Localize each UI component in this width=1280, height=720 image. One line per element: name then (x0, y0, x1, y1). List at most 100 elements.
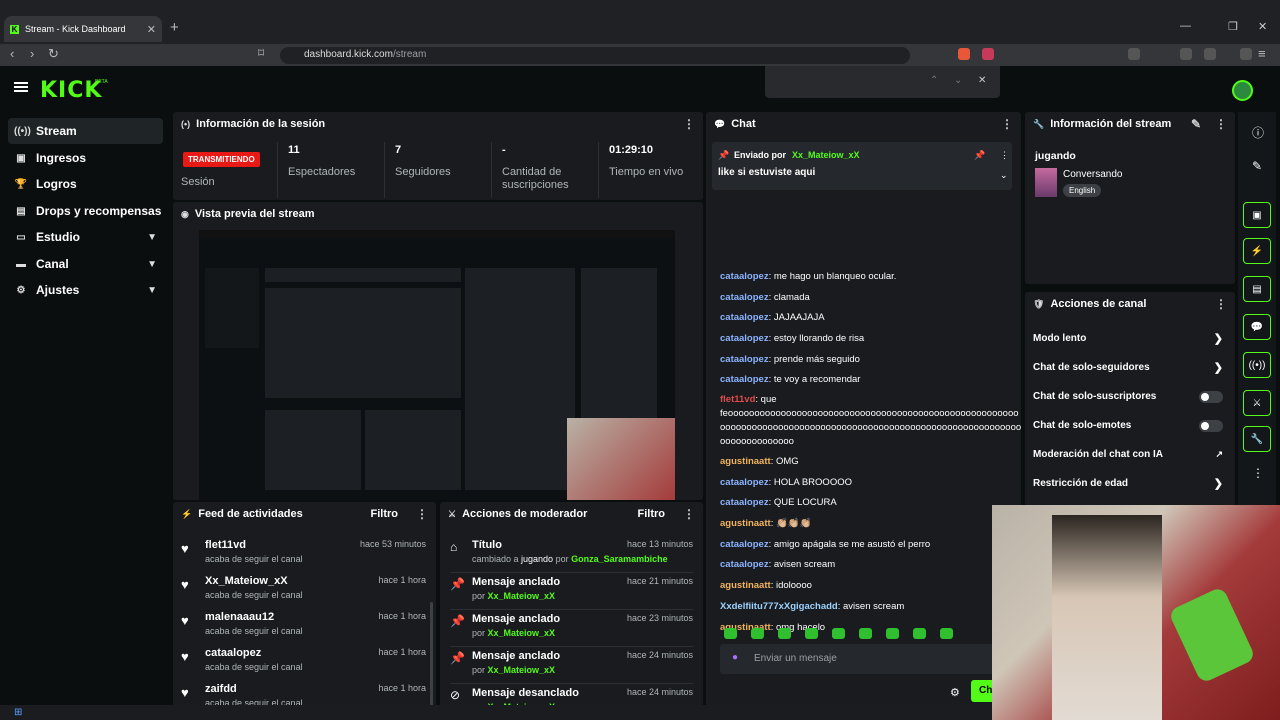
edit-icon[interactable]: ✎ (1252, 159, 1262, 173)
action-slow-mode[interactable]: Modo lento ❯ (1025, 324, 1235, 353)
rail-wrench-button[interactable]: 🔧 (1243, 426, 1271, 452)
mod-user[interactable]: Xx_Mateiow_xX (488, 591, 556, 601)
filter-button[interactable]: Filtro (371, 508, 399, 520)
emote-icon[interactable] (724, 628, 737, 639)
activity-user[interactable]: Xx_Mateiow_xX (205, 575, 288, 587)
new-tab-button[interactable]: + (170, 19, 179, 36)
minimize-button[interactable]: — (1180, 20, 1191, 32)
scrollbar[interactable] (430, 602, 433, 710)
chat-username[interactable]: cataalopez (720, 292, 769, 303)
edit-icon[interactable]: ✎ (1191, 117, 1201, 131)
emote-icon[interactable] (913, 628, 926, 639)
browser-tab[interactable]: K Stream - Kick Dashboard ✕ (4, 16, 162, 42)
rail-broadcast-button[interactable]: ((•)) (1243, 352, 1271, 378)
sidebar-item-ajustes[interactable]: ⚙ Ajustes ▼ (8, 277, 163, 303)
emote-icon[interactable] (832, 628, 845, 639)
chat-username[interactable]: Xxdelfiitu777xXgigachadd (720, 601, 838, 612)
sidebar-item-canal[interactable]: ▬ Canal ▼ (8, 251, 163, 277)
rail-moderator-button[interactable]: ⚔ (1243, 390, 1271, 416)
emote-icon[interactable] (778, 628, 791, 639)
subs-only-toggle[interactable] (1199, 390, 1223, 403)
sidebar-item-ingresos[interactable]: ▣ Ingresos (8, 145, 163, 171)
find-bar[interactable]: ⌃ ⌄ ✕ (765, 66, 1000, 98)
brave-shield-icon[interactable] (958, 48, 970, 60)
mod-user[interactable]: Xx_Mateiow_xX (488, 628, 556, 638)
sidebar-item-estudio[interactable]: ▭ Estudio ▼ (8, 224, 163, 250)
chat-username[interactable]: cataalopez (720, 312, 769, 323)
emotes-only-toggle[interactable] (1199, 419, 1223, 432)
chat-username[interactable]: cataalopez (720, 333, 769, 344)
chat-settings-icon[interactable]: ⚙ (950, 686, 960, 699)
sidebar-item-drops[interactable]: ▤ Drops y recompensas (8, 198, 163, 224)
chat-username[interactable]: agustinaatt (720, 580, 771, 591)
windows-start-icon[interactable]: ⊞ (14, 707, 22, 718)
more-options-icon[interactable]: ⋮ (1215, 117, 1227, 131)
sidebar-item-stream[interactable]: ((•)) Stream (8, 118, 163, 144)
chat-username[interactable]: cataalopez (720, 559, 769, 570)
vpn-icon[interactable] (1240, 48, 1252, 60)
user-avatar[interactable] (1232, 80, 1253, 101)
rail-preview-button[interactable]: ▣ (1243, 202, 1271, 228)
emote-icon[interactable] (859, 628, 872, 639)
more-options-icon[interactable]: ⋮ (1001, 117, 1013, 131)
back-icon[interactable]: ‹ (10, 46, 14, 61)
more-options-icon[interactable]: ⋮ (1215, 297, 1227, 311)
find-prev-icon[interactable]: ⌃ (930, 75, 938, 86)
chat-username[interactable]: cataalopez (720, 497, 769, 508)
more-options-icon[interactable]: ⋮ (683, 507, 695, 521)
activity-user[interactable]: zaifdd (205, 683, 237, 695)
activity-user[interactable]: flet11vd (205, 539, 246, 551)
rail-activity-button[interactable]: ⚡ (1243, 238, 1271, 264)
chat-username[interactable]: flet11vd (720, 394, 755, 405)
pinned-user[interactable]: Xx_Mateiow_xX (792, 150, 860, 160)
forward-icon[interactable]: › (30, 46, 34, 61)
chat-username[interactable]: cataalopez (720, 271, 769, 282)
browser-menu-icon[interactable]: ≡ (1258, 46, 1266, 61)
category-name[interactable]: Conversando (1063, 169, 1122, 180)
extensions-icon[interactable] (1128, 48, 1140, 60)
more-options-icon[interactable]: ⋮ (1252, 466, 1264, 480)
chevron-down-icon[interactable]: ⌄ (1000, 170, 1008, 181)
close-window-button[interactable]: ✕ (1258, 20, 1267, 33)
chat-username[interactable]: agustinaatt (720, 456, 771, 467)
rewards-icon[interactable] (982, 48, 994, 60)
emote-icon[interactable] (886, 628, 899, 639)
close-tab-icon[interactable]: ✕ (147, 23, 156, 36)
more-options-icon[interactable]: ⋮ (1000, 150, 1009, 161)
hamburger-menu-icon[interactable] (14, 82, 28, 92)
maximize-button[interactable]: ❐ (1228, 20, 1238, 33)
pinned-message[interactable]: 📌 Enviado por Xx_Mateiow_xX like si estu… (712, 142, 1012, 190)
info-icon[interactable]: ⓘ (1252, 124, 1264, 141)
find-close-icon[interactable]: ✕ (978, 75, 986, 86)
emote-icon[interactable] (751, 628, 764, 639)
chat-username[interactable]: cataalopez (720, 539, 769, 550)
stream-preview-video[interactable] (199, 230, 675, 500)
action-age-restriction[interactable]: Restricción de edad ❯ (1025, 469, 1235, 498)
chat-username[interactable]: cataalopez (720, 354, 769, 365)
chat-username[interactable]: agustinaatt (720, 518, 771, 529)
emote-icon[interactable] (940, 628, 953, 639)
rail-document-button[interactable]: ▤ (1243, 276, 1271, 302)
mod-user[interactable]: Xx_Mateiow_xX (488, 665, 556, 675)
rail-chat-button[interactable]: 💬 (1243, 314, 1271, 340)
action-ai-moderation[interactable]: Moderación del chat con IA ↗ (1025, 440, 1235, 469)
action-followers-only[interactable]: Chat de solo-seguidores ❯ (1025, 353, 1235, 382)
address-bar[interactable]: dashboard.kick.com/stream (280, 47, 910, 64)
more-options-icon[interactable]: ⋮ (683, 117, 695, 131)
reload-icon[interactable]: ↻ (48, 46, 59, 62)
mod-user[interactable]: Gonza_Saramambiche (571, 554, 668, 564)
more-options-icon[interactable]: ⋮ (416, 507, 428, 521)
chat-username[interactable]: cataalopez (720, 477, 769, 488)
activity-user[interactable]: malenaaau12 (205, 611, 274, 623)
wallet-icon[interactable] (1204, 48, 1216, 60)
kick-logo[interactable]: KICK (40, 78, 102, 103)
activity-user[interactable]: cataalopez (205, 647, 261, 659)
sidebar-item-logros[interactable]: 🏆 Logros (8, 171, 163, 197)
filter-button[interactable]: Filtro (638, 508, 666, 520)
bookmark-icon[interactable]: ⌑ (258, 46, 264, 60)
find-next-icon[interactable]: ⌄ (954, 75, 962, 86)
unpin-icon[interactable]: 📌 (974, 150, 985, 161)
sidebar-icon[interactable] (1180, 48, 1192, 60)
chat-username[interactable]: cataalopez (720, 374, 769, 385)
emote-icon[interactable] (805, 628, 818, 639)
